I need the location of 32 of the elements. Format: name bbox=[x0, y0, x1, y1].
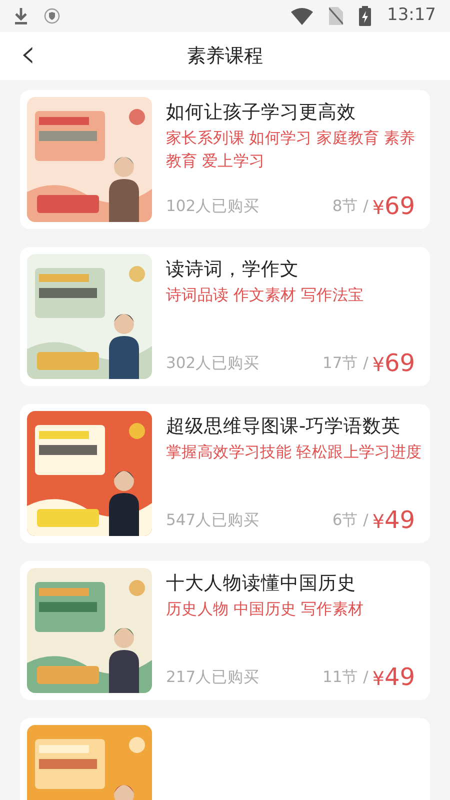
lesson-count: 6节 / bbox=[332, 510, 368, 531]
purchase-count: 547人已购买 bbox=[166, 510, 260, 531]
shield-icon bbox=[44, 8, 60, 24]
course-title: 读诗词，学作文 bbox=[166, 258, 300, 282]
page-title: 素养课程 bbox=[187, 44, 263, 69]
course-card[interactable]: 如何让孩子学习更高效 家长系列课 如何学习 家庭教育 素养教育 爱上学习 102人已购买 8节 / ¥69 bbox=[20, 90, 430, 229]
price: ¥69 bbox=[372, 351, 415, 375]
course-title: 超级思维导图课-巧学语数英 bbox=[166, 415, 402, 439]
download-icon bbox=[14, 7, 28, 25]
course-title: 十大人物读懂中国历史 bbox=[166, 572, 357, 596]
battery-charging-icon bbox=[359, 6, 371, 26]
back-button[interactable]: ‹ bbox=[14, 34, 42, 74]
clock: 13:17 bbox=[387, 4, 436, 28]
wifi-icon bbox=[291, 8, 313, 24]
course-card[interactable]: 读诗词，学作文 诗词品读 作文素材 写作法宝 302人已购买 17节 / ¥69 bbox=[20, 247, 430, 386]
course-tags: 掌握高效学习技能 轻松跟上学习进度 bbox=[166, 441, 423, 508]
course-card[interactable]: 十大人物读懂中国历史 历史人物 中国历史 写作素材 217人已购买 11节 / ¥49 bbox=[20, 561, 430, 700]
no-sim-icon bbox=[329, 7, 343, 25]
course-tags: 历史人物 中国历史 写作素材 bbox=[166, 598, 423, 665]
lesson-count: 11节 / bbox=[322, 666, 368, 688]
course-card[interactable]: 超级思维导图课-巧学语数英 掌握高效学习技能 轻松跟上学习进度 547人已购买 6节 / ¥49 bbox=[20, 404, 430, 543]
price: ¥49 bbox=[372, 508, 415, 532]
purchase-count: 102人已购买 bbox=[166, 196, 260, 217]
price: ¥49 bbox=[372, 665, 415, 689]
course-tags: 诗词品读 作文素材 写作法宝 bbox=[166, 284, 423, 351]
price: ¥69 bbox=[372, 194, 415, 218]
purchase-count: 302人已购买 bbox=[166, 352, 260, 374]
course-tags: 家长系列课 如何学习 家庭教育 素养教育 爱上学习 bbox=[166, 127, 423, 194]
lesson-count: 17节 / bbox=[322, 352, 368, 374]
lesson-count: 8节 / bbox=[332, 196, 368, 217]
purchase-count: 217人已购买 bbox=[166, 666, 260, 688]
course-title: 如何让孩子学习更高效 bbox=[166, 101, 357, 125]
